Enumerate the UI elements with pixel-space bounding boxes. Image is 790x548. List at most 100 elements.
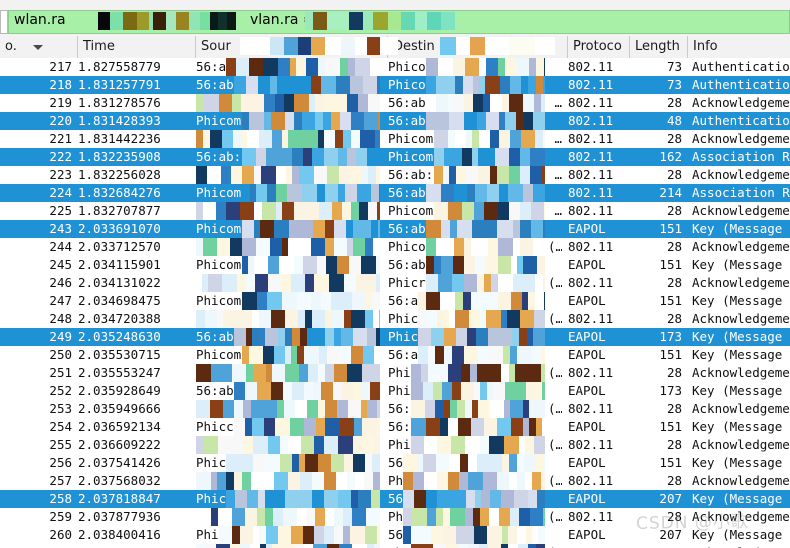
packet-cell-no: 217	[49, 59, 72, 74]
packet-cell-ell	[548, 490, 562, 508]
packet-cell-info: Acknowledgement, Flags=........	[692, 203, 790, 218]
column-header-protocol[interactable]: Protoco	[568, 36, 630, 58]
packet-cell-proto: 802.11	[568, 239, 614, 254]
packet-row[interactable]: 218 1.831257791 56:ab Phico 802.11 73 Authenti…	[0, 76, 790, 94]
column-header-time[interactable]: Time	[78, 36, 196, 58]
packet-cell-dst: Phicr	[388, 275, 426, 290]
packet-cell-dst: 56:	[388, 419, 411, 434]
packet-cell-info: Acknowledgement, Flags=........	[692, 275, 790, 290]
packet-cell-no: 258	[49, 491, 72, 506]
packet-cell-len: 73	[666, 59, 682, 74]
packet-cell-info: Acknowledgement, Flags=........	[692, 131, 790, 146]
packet-row[interactable]: 225 1.832707877 Phicom … 802.11 28 Acknowledge…	[0, 202, 790, 220]
packet-cell-time: 1.831428393	[78, 113, 161, 128]
packet-row[interactable]: 249 2.035248630 56:ab Phic EAPOL 173 Key (Mess…	[0, 328, 790, 346]
packet-cell-time: 2.034131022	[78, 275, 161, 290]
packet-cell-time: 2.034720388	[78, 311, 161, 326]
packet-cell-len: 28	[666, 131, 682, 146]
packet-cell-time: 2.037541426	[78, 455, 161, 470]
packet-cell-dst: 56	[388, 527, 404, 542]
packet-cell-no: 222	[49, 149, 72, 164]
packet-cell-src: Phicom	[196, 293, 242, 308]
packet-cell-time: 2.036592134	[78, 419, 161, 434]
packet-cell-src	[196, 238, 376, 256]
packet-row[interactable]: 255 2.036609222 Phi (… 802.11 28 Acknowledgeme…	[0, 436, 790, 454]
packet-cell-no: 248	[49, 311, 72, 326]
packet-list[interactable]: 217 1.827558779 56:a Phico 802.11 73 Authentic…	[0, 58, 790, 548]
packet-cell-proto: 802.11	[568, 275, 614, 290]
packet-cell-proto: EAPOL	[568, 455, 606, 470]
packet-row[interactable]: 222 1.832235908 56:ab: Phicom 802.11 162 Assoc…	[0, 148, 790, 166]
packet-cell-info: Association Response, SN=1894,	[692, 185, 790, 200]
packet-cell-ell	[548, 256, 562, 274]
packet-cell-ell	[548, 58, 562, 76]
packet-row[interactable]: 244 2.033712570 Phico (… 802.11 28 Acknowledge…	[0, 238, 790, 256]
packet-cell-ell: (…	[548, 473, 562, 488]
packet-cell-ell: (…	[548, 311, 562, 326]
packet-row[interactable]: 243 2.033691070 Phicom 56:ab EAPOL 151 Key (Me…	[0, 220, 790, 238]
packet-row[interactable]: 258 2.037818847 Phic 56 EAPOL 207 Key (Message…	[0, 490, 790, 508]
packet-cell-info: Authentication, SN=822, FN=0, F	[692, 77, 790, 92]
packet-row[interactable]: 257 2.037568032 Ph (… 802.11 28 Acknowledgemen…	[0, 472, 790, 490]
packet-cell-src: 56:ab	[196, 383, 234, 398]
packet-cell-proto: EAPOL	[568, 419, 606, 434]
packet-cell-proto: EAPOL	[568, 491, 606, 506]
packet-row[interactable]: 217 1.827558779 56:a Phico 802.11 73 Authentic…	[0, 58, 790, 76]
packet-row[interactable]: 221 1.831442236 Phicom … 802.11 28 Acknowledge…	[0, 130, 790, 148]
packet-cell-dst: Phi	[388, 383, 411, 398]
packet-cell-proto: 802.11	[568, 401, 614, 416]
packet-row[interactable]: 220 1.831428393 Phicom 56:ab 802.11 48 Authent…	[0, 112, 790, 130]
packet-row[interactable]: 248 2.034720388 Phic (… 802.11 28 Acknowledgem…	[0, 310, 790, 328]
packet-row[interactable]: 250 2.035530715 Phicom 56:a EAPOL 151 Key (Mes…	[0, 346, 790, 364]
packet-cell-dst: 56:ab	[388, 221, 426, 236]
packet-cell-proto: 802.11	[568, 77, 614, 92]
packet-cell-len: 28	[666, 509, 682, 524]
packet-row[interactable]: 245 2.034115901 Phicom 56:ab EAPOL 151 Key (Me…	[0, 256, 790, 274]
packet-row[interactable]: 219 1.831278576 56:ab … 802.11 28 Acknowledgem…	[0, 94, 790, 112]
packet-cell-info: Acknowledgement, Flags=........	[692, 509, 790, 524]
packet-cell-src	[196, 400, 376, 418]
packet-row[interactable]: 247 2.034698475 Phicom 56:a EAPOL 151 Key (Mes…	[0, 292, 790, 310]
packet-cell-src: Phic	[196, 491, 227, 506]
packet-row[interactable]: 260 2.038400416 Phi 56 EAPOL 207 Key (Message …	[0, 526, 790, 544]
packet-row[interactable]: 252 2.035928649 56:ab Phi EAPOL 173 Key (Messa…	[0, 382, 790, 400]
packet-cell-dst: 56:ab	[388, 185, 426, 200]
packet-cell-time: 1.832684276	[78, 185, 161, 200]
packet-row[interactable]: 223 1.832256028 56:ab: … 802.11 28 Acknowledge…	[0, 166, 790, 184]
packet-cell-src	[196, 94, 376, 112]
packet-row[interactable]: 256 2.037541426 Phic 56 EAPOL 151 Key (Message…	[0, 454, 790, 472]
filter-bookmark-button[interactable]	[0, 10, 8, 34]
packet-row[interactable]: 261 2.038422576 Ph(… 802.1128 Acknowledgemen…	[0, 544, 790, 548]
packet-cell-info: Acknowledgement, Flags=........	[692, 365, 790, 380]
packet-row[interactable]: 224 1.832684276 Phicom 56:ab 802.11 214 Associ…	[0, 184, 790, 202]
packet-cell-len: 28	[666, 401, 682, 416]
packet-cell-no: 254	[49, 419, 72, 434]
packet-row[interactable]: 246 2.034131022 Phicr (… 802.11 28 Acknowledge…	[0, 274, 790, 292]
column-header-length[interactable]: Length	[630, 36, 688, 58]
packet-cell-no: 224	[49, 185, 72, 200]
packet-cell-len: 28	[666, 437, 682, 452]
packet-cell-time: 2.035248630	[78, 329, 161, 344]
packet-cell-ell	[548, 328, 562, 346]
packet-cell-info: Acknowledgement, Flags=........	[692, 473, 790, 488]
packet-cell-info: Acknowledgement, Flags=........	[692, 311, 790, 326]
packet-row[interactable]: 259 2.037877936 Ph (… 802.11 28 Acknowledgemen…	[0, 508, 790, 526]
column-header-info[interactable]: Info	[688, 36, 790, 58]
packet-cell-dst: 56:a	[388, 293, 419, 308]
packet-cell-ell: …	[554, 167, 562, 182]
packet-cell-src	[196, 472, 376, 490]
packet-cell-info: Acknowledgement, Flags=........	[692, 95, 790, 110]
packet-row[interactable]: 253 2.035949666 56: (… 802.11 28 Acknowledgeme…	[0, 400, 790, 418]
packet-cell-proto: EAPOL	[568, 329, 606, 344]
column-header-source[interactable]: Sour	[196, 36, 388, 58]
packet-cell-no: 243	[49, 221, 72, 236]
packet-cell-len: 151	[659, 455, 682, 470]
packet-cell-no: 257	[49, 473, 72, 488]
packet-row[interactable]: 251 2.035553247 Phi (… 802.11 28 Acknowledgeme…	[0, 364, 790, 382]
display-filter-input[interactable]	[8, 10, 790, 34]
packet-cell-ell	[548, 526, 562, 544]
column-header-destination[interactable]: Destin	[388, 36, 568, 58]
packet-cell-len: 214	[659, 185, 682, 200]
packet-cell-src	[196, 202, 376, 220]
packet-row[interactable]: 254 2.036592134 Phicc 56: EAPOL 151 Key (Messa…	[0, 418, 790, 436]
